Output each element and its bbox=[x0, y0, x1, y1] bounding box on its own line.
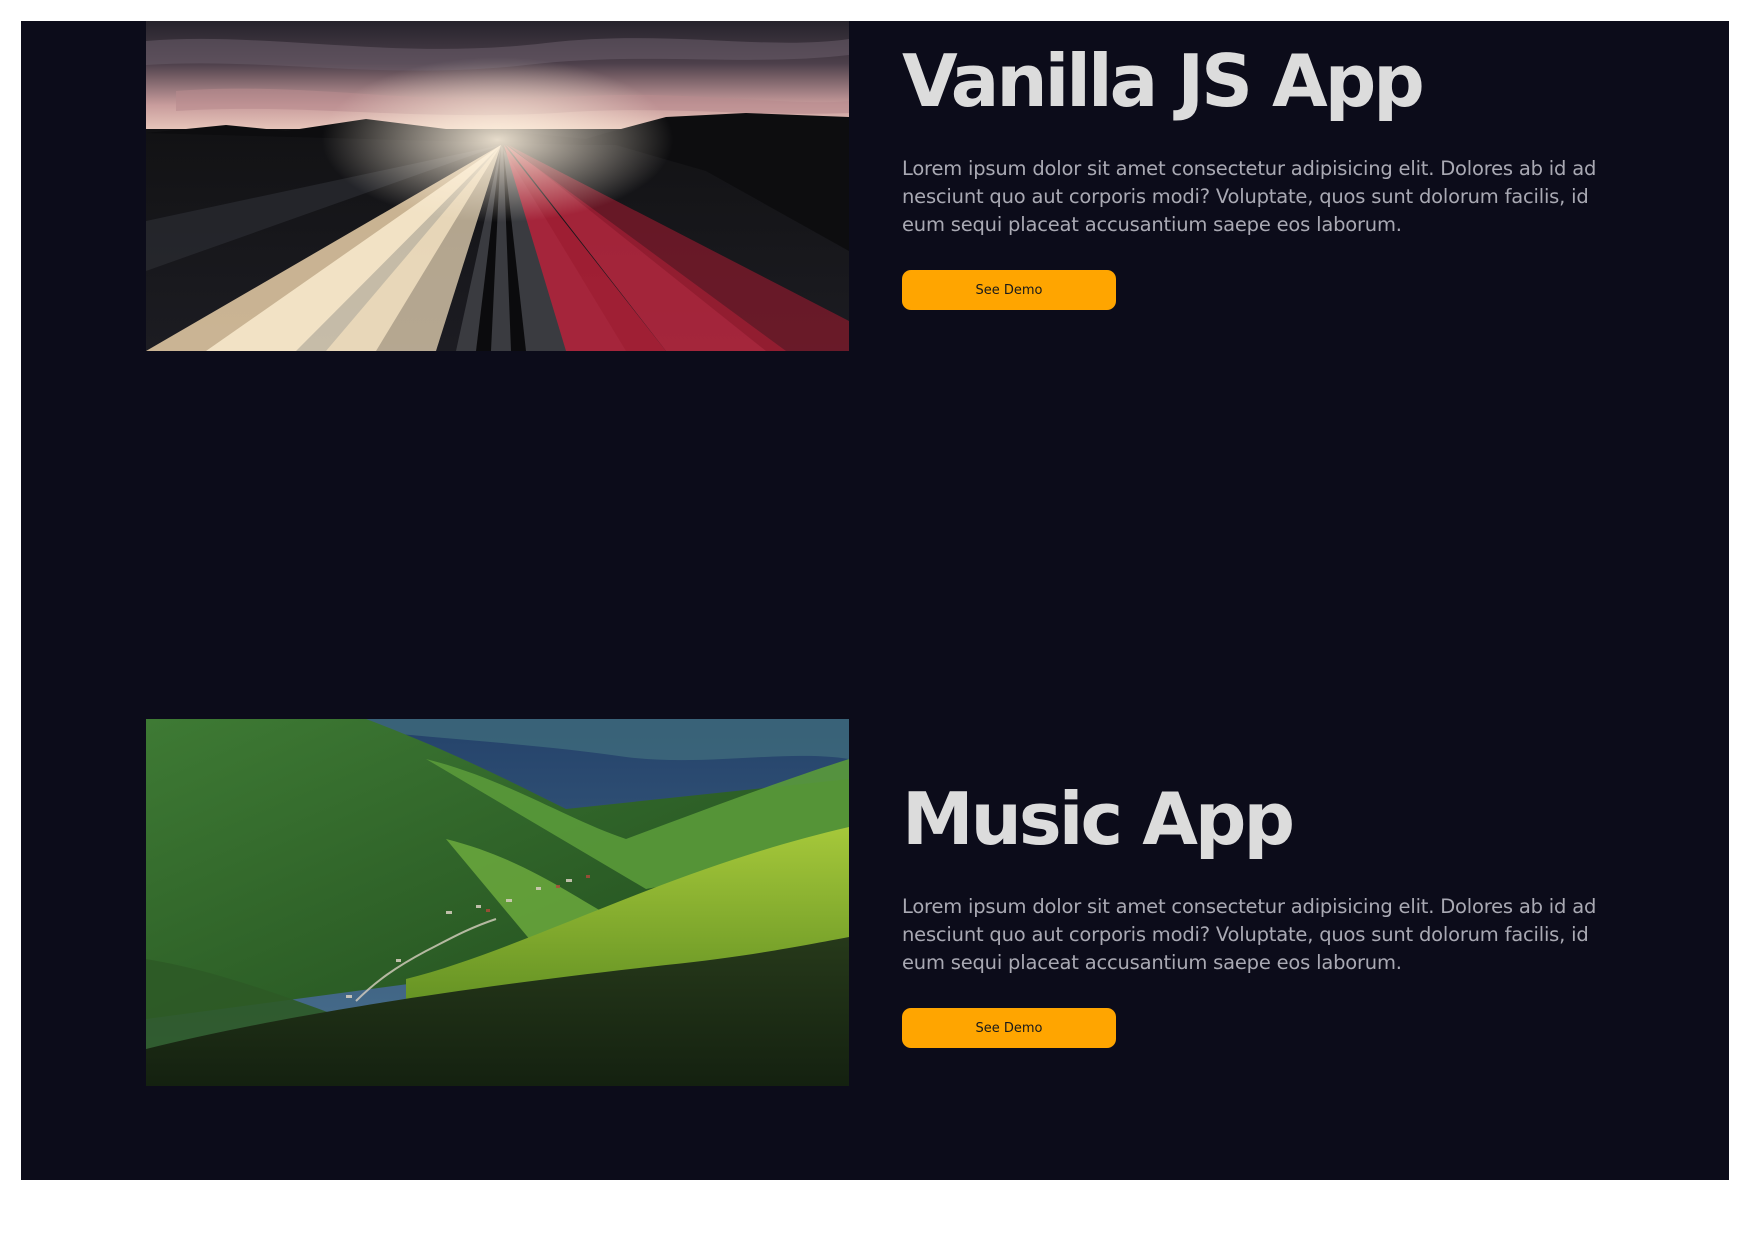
project-info: Vanilla JS App Lorem ipsum dolor sit ame… bbox=[902, 35, 1606, 310]
project-title: Music App bbox=[902, 777, 1295, 861]
project-image-valley[interactable] bbox=[146, 719, 849, 1086]
see-demo-button[interactable]: See Demo bbox=[902, 1008, 1116, 1048]
green-valley-photo bbox=[146, 719, 849, 1086]
projects-section: Vanilla JS App Lorem ipsum dolor sit ame… bbox=[21, 21, 1729, 1180]
project-info: Music App Lorem ipsum dolor sit amet con… bbox=[902, 773, 1606, 1048]
project-description: Lorem ipsum dolor sit amet consectetur a… bbox=[902, 895, 1597, 974]
project-title: Vanilla JS App bbox=[902, 39, 1425, 123]
project-description: Lorem ipsum dolor sit amet consectetur a… bbox=[902, 157, 1597, 236]
project-image-highway[interactable] bbox=[146, 21, 849, 351]
highway-light-trails-photo bbox=[146, 21, 849, 351]
see-demo-button[interactable]: See Demo bbox=[902, 270, 1116, 310]
